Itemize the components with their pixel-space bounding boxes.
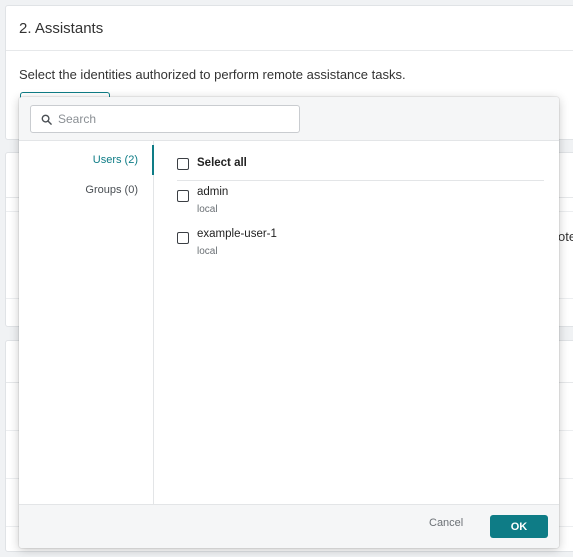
identity-type-nav: Users (2) Groups (0)	[19, 141, 154, 504]
user-name: example-user-1	[197, 228, 277, 240]
cancel-button[interactable]: Cancel	[429, 517, 463, 529]
section-description: Select the identities authorized to perf…	[19, 67, 406, 82]
select-all-checkbox[interactable]	[177, 158, 189, 170]
nav-item-groups[interactable]: Groups (0)	[19, 175, 153, 205]
search-icon	[41, 114, 52, 125]
select-all-row[interactable]: Select all	[177, 153, 544, 181]
identity-picker-popover: Users (2) Groups (0) Select all admin lo…	[19, 97, 559, 548]
search-input[interactable]	[58, 112, 278, 126]
select-all-label: Select all	[197, 157, 247, 169]
user-checkbox[interactable]	[177, 190, 189, 202]
user-source: local	[197, 246, 218, 257]
popover-search-bar	[19, 97, 559, 141]
user-name: admin	[197, 186, 229, 198]
ok-button[interactable]: OK	[490, 515, 548, 538]
list-item[interactable]: admin local	[177, 185, 228, 216]
popover-footer: Cancel OK	[19, 504, 559, 548]
nav-item-label: Users (2)	[92, 154, 138, 166]
section-title: 2. Assistants	[6, 6, 573, 51]
search-box[interactable]	[30, 105, 300, 133]
nav-item-users[interactable]: Users (2)	[19, 145, 154, 175]
identity-list: Select all admin local example-user-1 lo…	[155, 141, 559, 504]
background-clipped-text: ote	[558, 229, 573, 244]
list-item[interactable]: example-user-1 local	[177, 227, 277, 258]
popover-body: Users (2) Groups (0) Select all admin lo…	[19, 141, 559, 504]
user-source: local	[197, 204, 218, 215]
nav-item-label: Groups (0)	[85, 184, 138, 196]
user-checkbox[interactable]	[177, 232, 189, 244]
